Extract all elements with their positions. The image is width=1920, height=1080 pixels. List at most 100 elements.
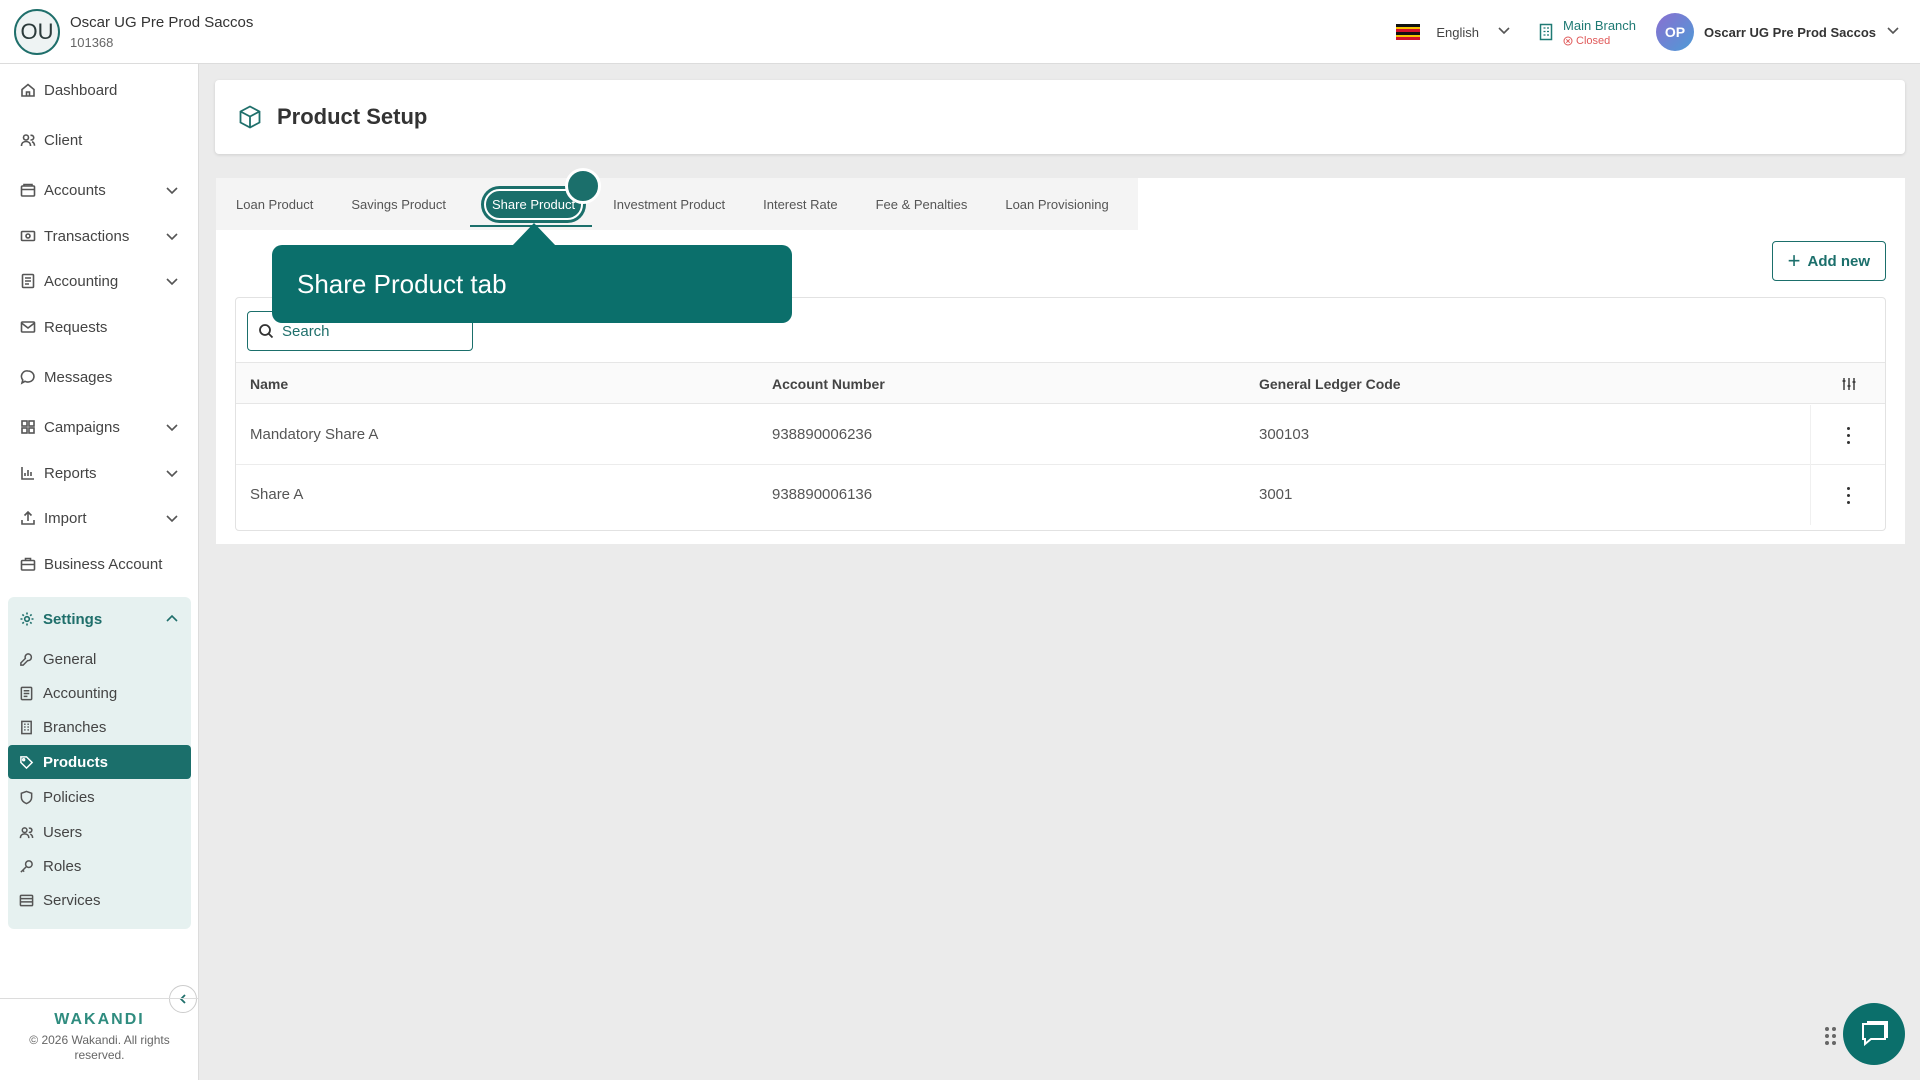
copyright-text: © 2026 Wakandi. All rights reserved. [29,1033,170,1062]
mail-icon [20,321,36,333]
column-header-name[interactable]: Name [250,376,288,392]
sidebar-item-products[interactable]: Products [8,745,191,779]
tab-savings-product[interactable]: Savings Product [351,197,446,212]
cell-name: Mandatory Share A [250,426,379,443]
sidebar-item-label: Accounting [44,272,119,290]
chevron-down-icon[interactable] [165,183,179,197]
sidebar-item-general[interactable]: General [8,642,191,676]
sidebar-item-label: Branches [43,718,107,736]
sidebar-item-roles[interactable]: Roles [8,849,191,883]
chevron-down-icon[interactable] [165,274,179,288]
column-header-gl-code[interactable]: General Ledger Code [1259,376,1401,392]
upload-icon [21,510,35,525]
branch-status-text: Closed [1576,34,1611,47]
sidebar-item-label: Messages [44,368,113,386]
chevron-down-icon[interactable] [165,466,179,480]
row-actions-kebab-icon[interactable] [1810,465,1885,525]
list-icon [19,894,34,906]
sidebar-item-accounts[interactable]: Accounts [0,170,199,210]
branch-status: Closed [1563,35,1636,47]
sidebar-item-campaigns[interactable]: Campaigns [0,407,199,447]
chat-bubble-icon [1862,1021,1888,1047]
add-new-button[interactable]: + Add new [1771,241,1886,281]
bar-chart-icon [21,467,34,480]
closed-x-icon [1563,36,1573,45]
sidebar-item-business-account[interactable]: Business Account [0,544,199,584]
sidebar-item-settings[interactable]: Settings [8,597,191,641]
org-avatar: OU [14,8,60,55]
sidebar-item-label: Users [43,823,83,841]
chevron-down-icon[interactable] [165,511,179,525]
drag-handle-icon[interactable] [1825,1027,1839,1047]
building-icon [1539,23,1553,41]
plus-icon: + [1787,248,1801,273]
page-title: Product Setup [277,104,428,129]
cash-icon [20,230,36,242]
sidebar-item-services[interactable]: Services [8,883,191,917]
chevron-down-icon[interactable] [1497,23,1511,42]
page-header: Product Setup [215,80,1905,154]
user-menu[interactable]: OP Oscarr UG Pre Prod Saccos [1656,13,1900,51]
wrench-icon [20,652,33,666]
walkthrough-tooltip: Share Product tab [272,245,792,323]
briefcase-icon [20,557,36,571]
sidebar-item-accounting[interactable]: Accounting [0,261,199,301]
table-header: Name Account Number General Ledger Code [236,362,1885,404]
org-switcher[interactable]: OU Oscar UG Pre Prod Saccos 101368 [0,8,253,55]
support-chat-button[interactable] [1843,1003,1905,1065]
table-row[interactable]: Mandatory Share A 938890006236 300103 [236,405,1885,465]
sidebar-item-label: Reports [44,464,97,482]
column-header-account-number[interactable]: Account Number [772,376,885,392]
tab-investment-product[interactable]: Investment Product [613,197,725,212]
sidebar-item-requests[interactable]: Requests [0,307,199,347]
add-new-label: Add new [1807,252,1871,270]
sidebar: Dashboard Client Accounts Transactions A… [0,64,199,1080]
sidebar-item-label: General [43,650,97,668]
sidebar-item-client[interactable]: Client [0,120,199,160]
chevron-down-icon[interactable] [1886,23,1900,42]
cell-account-number: 938890006236 [772,426,873,443]
product-card: Loan Product Savings Product Share Produ… [216,168,1905,544]
avatar: OP [1656,13,1695,51]
top-header: OU Oscar UG Pre Prod Saccos 101368 Engli… [0,0,1920,64]
building-icon [21,720,32,734]
sidebar-item-label: Transactions [44,227,130,245]
ledger-icon [21,273,35,289]
tooltip-arrow [512,223,556,246]
chevron-down-icon[interactable] [165,229,179,243]
users-icon [20,134,36,147]
chevron-up-icon[interactable] [165,612,179,626]
tab-interest-rate[interactable]: Interest Rate [763,197,837,212]
tab-loan-provisioning[interactable]: Loan Provisioning [1005,197,1108,212]
tab-loan-product[interactable]: Loan Product [236,197,313,212]
search-input[interactable] [282,322,462,340]
column-settings-icon[interactable] [1841,376,1857,392]
wakandi-logo: WAKANDI [54,1011,145,1028]
sidebar-item-policies[interactable]: Policies [8,780,191,814]
table-row[interactable]: Share A 938890006136 3001 [236,465,1885,525]
branch-selector[interactable]: Main Branch Closed [1539,18,1636,47]
sidebar-item-transactions[interactable]: Transactions [0,216,199,256]
sidebar-item-messages[interactable]: Messages [0,357,199,397]
tag-icon [20,755,34,769]
chevron-down-icon[interactable] [165,420,179,434]
language-selector[interactable]: English [1436,25,1479,40]
products-table: Name Account Number General Ledger Code … [235,297,1886,531]
sidebar-item-import[interactable]: Import [0,498,199,538]
row-actions-kebab-icon[interactable] [1810,405,1885,465]
gear-icon [20,612,34,626]
chat-icon [20,370,35,385]
sidebar-item-dashboard[interactable]: Dashboard [0,70,199,110]
sidebar-item-label: Import [44,509,87,527]
cube-icon [239,105,261,129]
sidebar-item-label: Services [43,891,101,909]
sidebar-item-label: Products [43,753,109,771]
sidebar-item-label: Accounting [43,684,118,702]
sidebar-item-users[interactable]: Users [8,815,191,849]
tab-fee-penalties[interactable]: Fee & Penalties [876,197,968,212]
walkthrough-hotspot[interactable] [565,168,601,204]
sidebar-item-settings-accounting[interactable]: Accounting [8,676,191,710]
sidebar-item-label: Accounts [44,181,106,199]
sidebar-item-reports[interactable]: Reports [0,453,199,493]
sidebar-item-branches[interactable]: Branches [8,710,191,744]
